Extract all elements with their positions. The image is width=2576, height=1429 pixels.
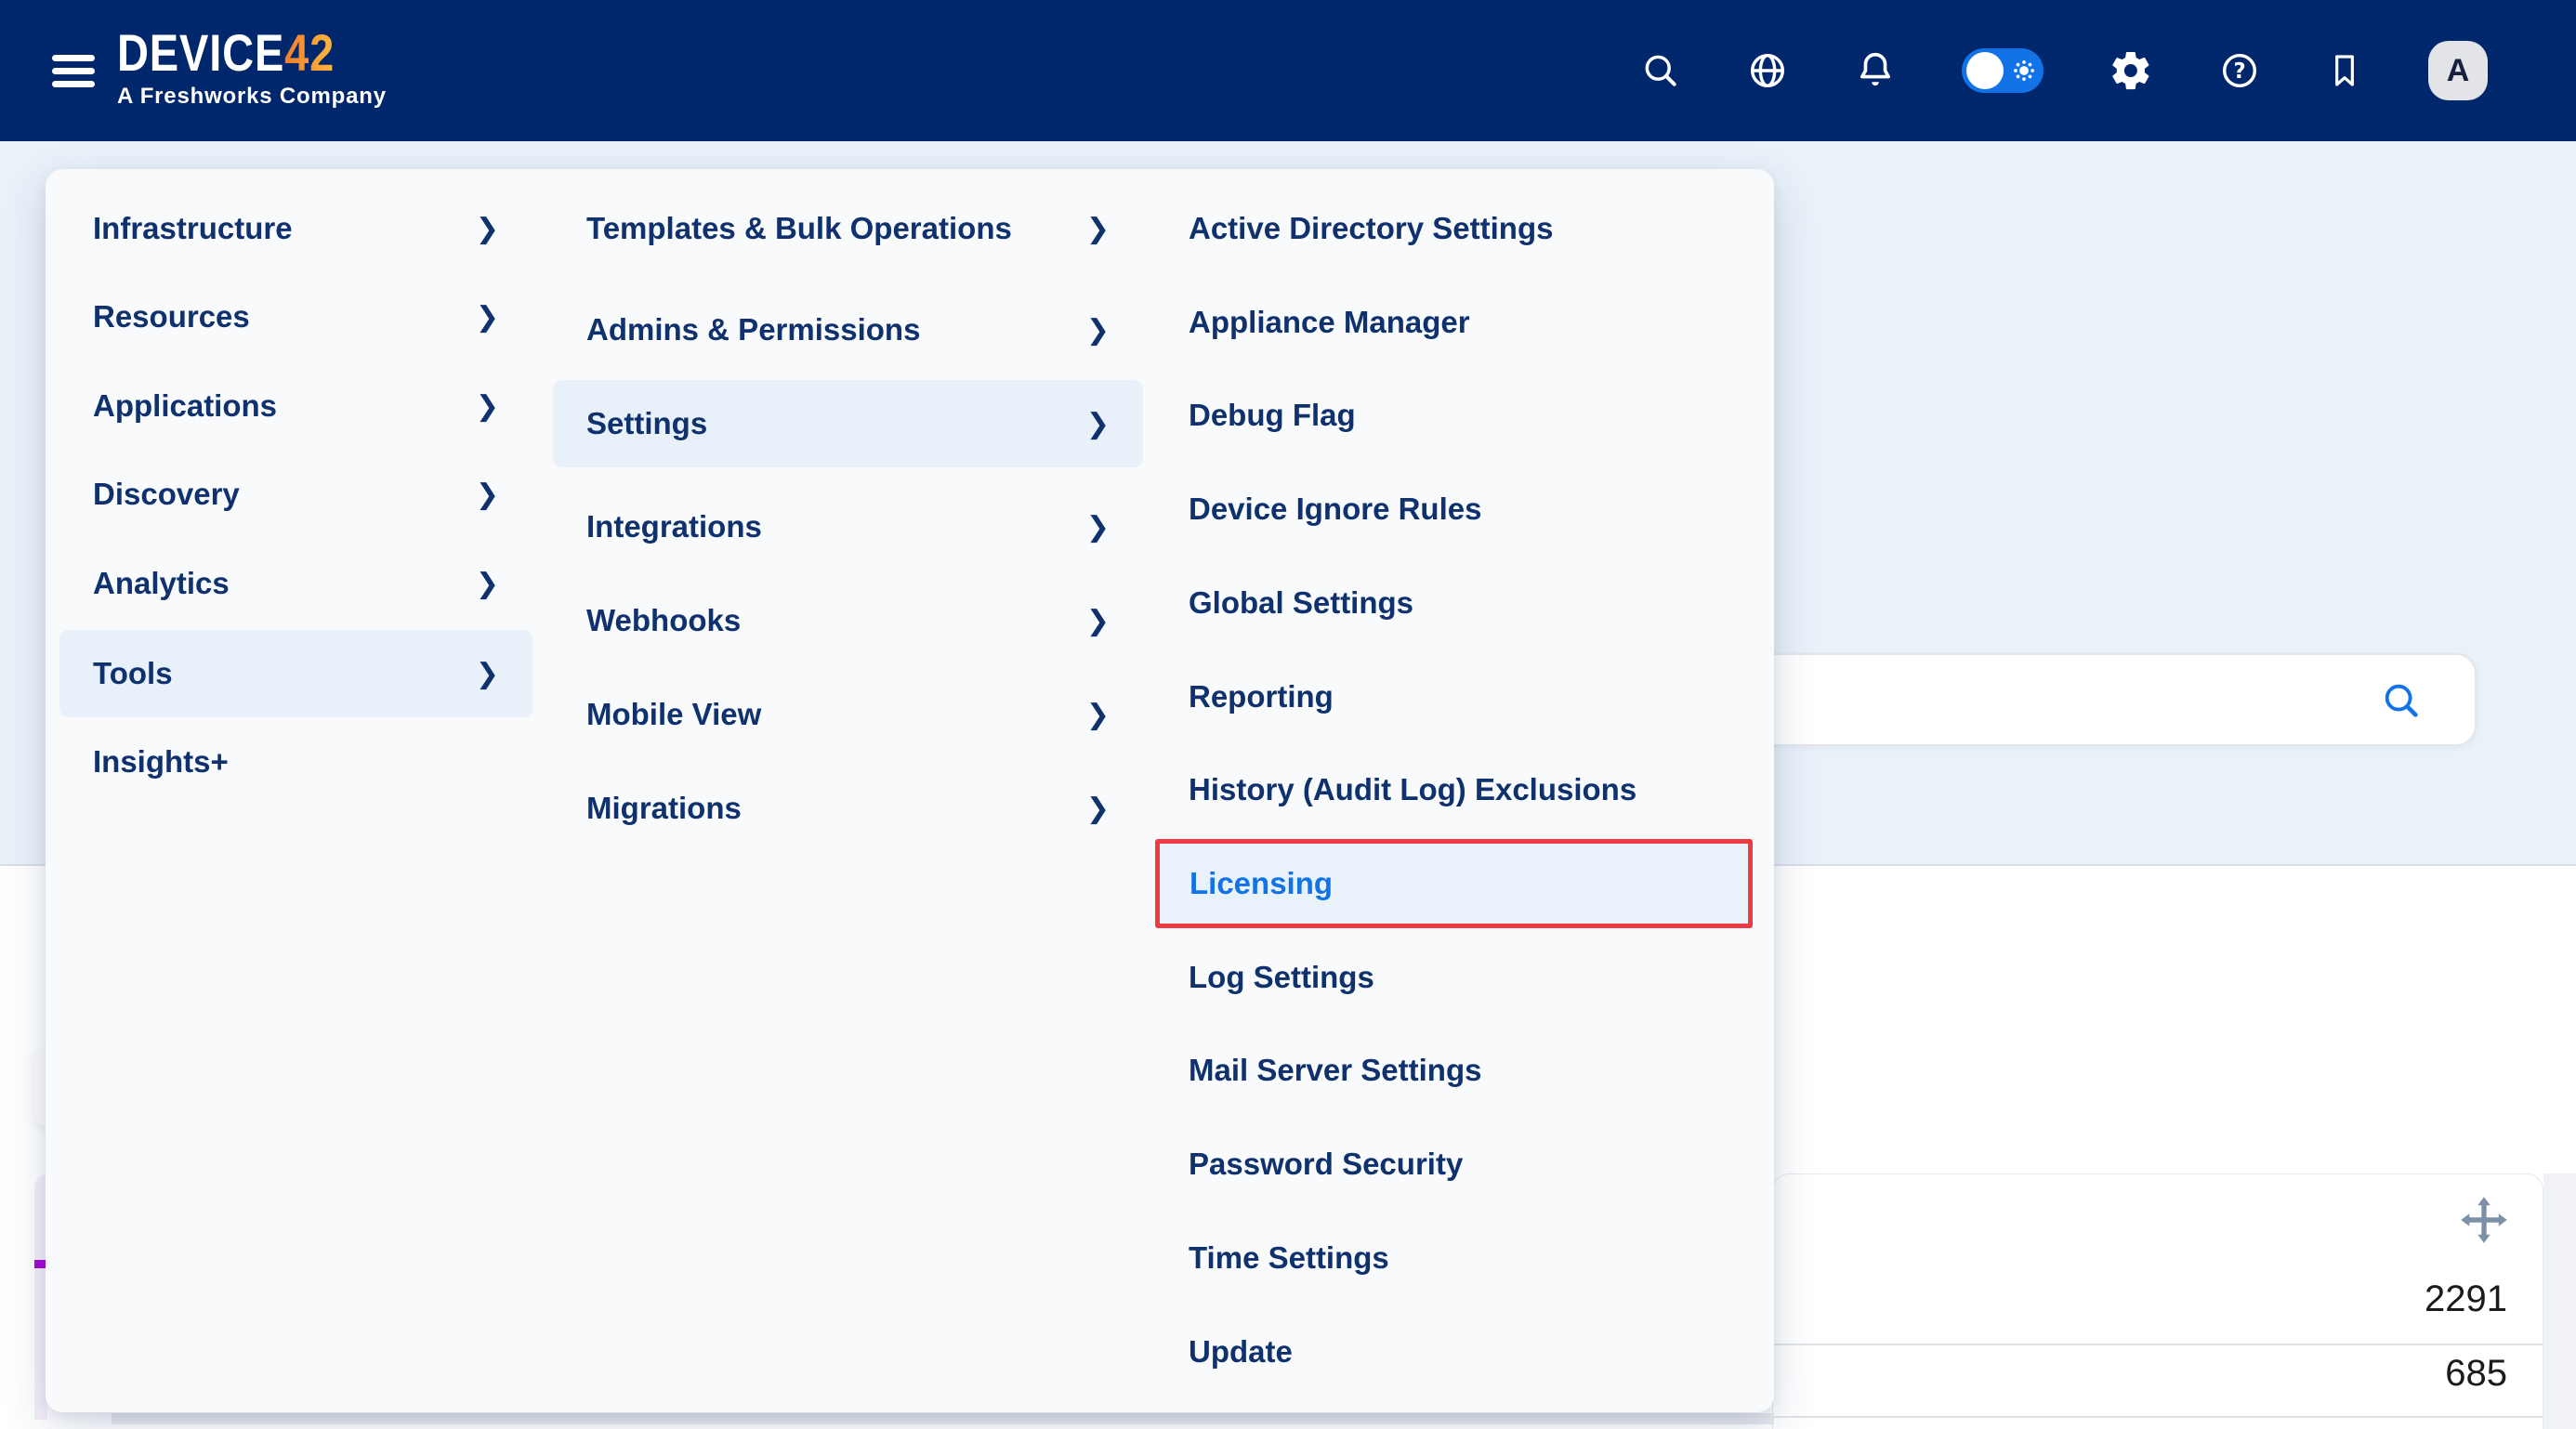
menu-item-log-settings[interactable]: Log Settings — [1155, 935, 1753, 1020]
chevron-right-icon: ❯ — [476, 390, 499, 423]
chevron-right-icon: ❯ — [1086, 605, 1110, 637]
logo-text: DEVICE42 — [117, 24, 343, 82]
device42-app: 2291 685 DEVICE42 A Freshworks Company — [0, 0, 2576, 1429]
chevron-right-icon: ❯ — [1086, 314, 1110, 347]
menu-item-tools[interactable]: Tools❯ — [59, 630, 532, 717]
menu-item-templates-bulk-operations[interactable]: Templates & Bulk Operations❯ — [553, 185, 1143, 272]
menu-item-update[interactable]: Update — [1155, 1309, 1753, 1395]
chevron-right-icon: ❯ — [1086, 213, 1110, 245]
sun-icon — [2011, 58, 2037, 88]
help-icon[interactable]: ? — [2218, 49, 2261, 92]
chevron-right-icon: ❯ — [1086, 793, 1110, 825]
menu-item-history-audit-log-exclusions[interactable]: History (Audit Log) Exclusions — [1155, 747, 1753, 832]
menu-item-debug-flag[interactable]: Debug Flag — [1155, 373, 1753, 458]
widget-card: 2291 685 — [1772, 1173, 2543, 1429]
menu-item-webhooks[interactable]: Webhooks❯ — [553, 577, 1143, 664]
bookmark-icon[interactable] — [2326, 52, 2363, 89]
move-handle-icon[interactable] — [2459, 1195, 2509, 1250]
logo-tagline: A Freshworks Company — [117, 84, 387, 110]
row-divider — [1773, 1416, 2543, 1418]
chevron-right-icon: ❯ — [476, 658, 499, 690]
background-panel-edge — [2543, 1173, 2576, 1429]
notifications-bell-icon[interactable] — [1854, 49, 1897, 92]
settings-gear-icon[interactable] — [2109, 48, 2153, 93]
avatar-initial: A — [2447, 53, 2470, 89]
svg-text:?: ? — [2233, 59, 2245, 84]
avatar[interactable]: A — [2428, 41, 2488, 100]
chevron-right-icon: ❯ — [1086, 408, 1110, 440]
theme-toggle[interactable] — [1962, 48, 2044, 93]
menu-item-integrations[interactable]: Integrations❯ — [553, 483, 1143, 570]
menu-item-insights-plus[interactable]: Insights+ — [59, 718, 532, 806]
chevron-right-icon: ❯ — [1086, 511, 1110, 544]
menu-item-appliance-manager[interactable]: Appliance Manager — [1155, 280, 1753, 365]
table-value: 685 — [2445, 1353, 2507, 1395]
mega-menu-panel: Infrastructure❯ Resources❯ Applications❯… — [46, 169, 1774, 1412]
logo-accent: 42 — [284, 23, 335, 82]
menu-item-mail-server-settings[interactable]: Mail Server Settings — [1155, 1028, 1753, 1113]
menu-item-analytics[interactable]: Analytics❯ — [59, 540, 532, 627]
menu-item-device-ignore-rules[interactable]: Device Ignore Rules — [1155, 466, 1753, 552]
background-table-edge — [112, 1413, 1774, 1424]
globe-icon[interactable] — [1746, 49, 1789, 92]
menu-item-global-settings[interactable]: Global Settings — [1155, 560, 1753, 646]
menu-item-migrations[interactable]: Migrations❯ — [553, 765, 1143, 852]
menu-item-resources[interactable]: Resources❯ — [59, 273, 532, 361]
menu-item-time-settings[interactable]: Time Settings — [1155, 1215, 1753, 1301]
device42-logo[interactable]: DEVICE42 A Freshworks Company — [117, 24, 387, 110]
header-actions: ? A — [1640, 0, 2488, 141]
menu-item-settings[interactable]: Settings❯ — [553, 380, 1143, 467]
menu-item-infrastructure[interactable]: Infrastructure❯ — [59, 185, 532, 272]
menu-item-mobile-view[interactable]: Mobile View❯ — [553, 671, 1143, 758]
table-value: 2291 — [2425, 1278, 2507, 1320]
chevron-right-icon: ❯ — [476, 301, 499, 334]
chevron-right-icon: ❯ — [476, 568, 499, 600]
menu-item-active-directory-settings[interactable]: Active Directory Settings — [1155, 186, 1753, 271]
search-icon[interactable] — [1640, 50, 1681, 91]
menu-item-applications[interactable]: Applications❯ — [59, 362, 532, 450]
menu-item-licensing[interactable]: Licensing — [1155, 839, 1753, 928]
search-icon[interactable] — [2380, 679, 2423, 727]
row-divider — [1773, 1344, 2543, 1345]
hamburger-menu-icon[interactable] — [52, 48, 97, 93]
toggle-knob — [1966, 52, 2004, 89]
chevron-right-icon: ❯ — [476, 213, 499, 245]
menu-item-admins-permissions[interactable]: Admins & Permissions❯ — [553, 286, 1143, 374]
chevron-right-icon: ❯ — [1086, 699, 1110, 731]
top-navbar: DEVICE42 A Freshworks Company — [0, 0, 2576, 141]
menu-item-reporting[interactable]: Reporting — [1155, 654, 1753, 740]
menu-item-discovery[interactable]: Discovery❯ — [59, 451, 532, 538]
menu-item-password-security[interactable]: Password Security — [1155, 1121, 1753, 1207]
chevron-right-icon: ❯ — [476, 479, 499, 511]
